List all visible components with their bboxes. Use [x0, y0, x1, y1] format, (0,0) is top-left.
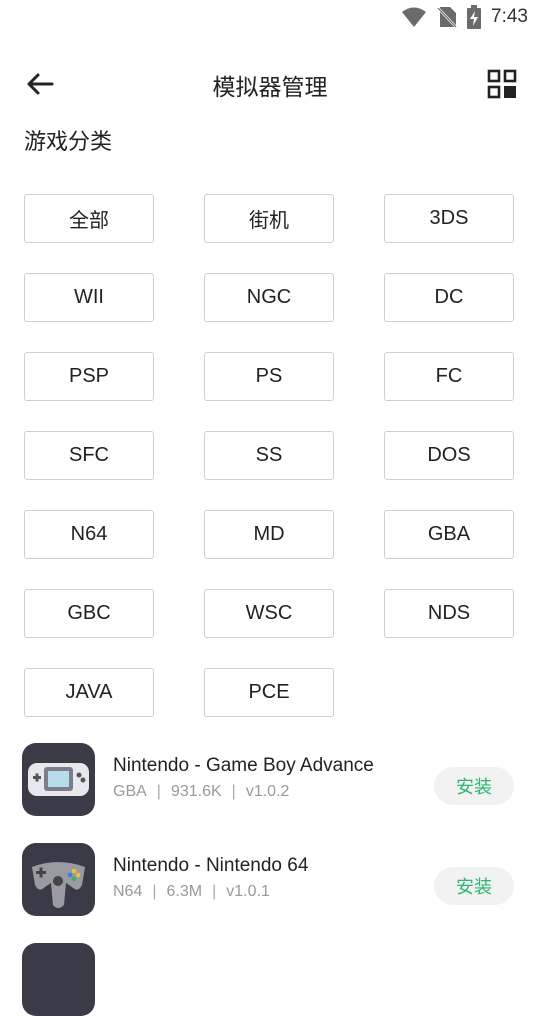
status-bar: 7:43	[0, 0, 540, 36]
app-meta: N64 | 6.3M | v1.0.1	[113, 883, 270, 901]
category-nds[interactable]: NDS	[384, 589, 514, 638]
app-version: v1.0.2	[245, 783, 290, 800]
app-platform: N64	[113, 883, 143, 900]
meta-separator: |	[212, 883, 217, 900]
category-all[interactable]: 全部	[24, 194, 154, 243]
page-title: 模拟器管理	[212, 75, 328, 101]
status-time: 7:43	[491, 6, 528, 27]
battery-charging-icon	[467, 5, 482, 29]
app-icon[interactable]	[22, 743, 95, 816]
meta-separator: |	[152, 883, 157, 900]
grid-view-button[interactable]	[486, 68, 518, 100]
no-sim-icon	[437, 6, 457, 28]
grid-view-icon	[487, 69, 517, 99]
category-md[interactable]: MD	[204, 510, 334, 559]
app-platform: GBA	[113, 783, 147, 800]
category-wii[interactable]: WII	[24, 273, 154, 322]
category-dc[interactable]: DC	[384, 273, 514, 322]
category-psp[interactable]: PSP	[24, 352, 154, 401]
category-arcade[interactable]: 街机	[204, 194, 334, 243]
category-java[interactable]: JAVA	[24, 668, 154, 717]
app-size: 931.6K	[170, 783, 222, 800]
app-icon[interactable]	[22, 943, 95, 1016]
meta-separator: |	[156, 783, 161, 800]
app-version: v1.0.1	[226, 883, 270, 900]
install-button[interactable]: 安装	[434, 767, 514, 805]
category-fc[interactable]: FC	[384, 352, 514, 401]
n64-controller-icon	[32, 862, 85, 908]
wifi-icon	[401, 6, 427, 28]
list-item[interactable]: Nintendo - Game Boy Advance GBA | 931.6K…	[22, 743, 518, 819]
category-ngc[interactable]: NGC	[204, 273, 334, 322]
app-icon[interactable]	[22, 843, 95, 916]
app-name: Nintendo - Game Boy Advance	[113, 755, 374, 776]
meta-separator: |	[231, 783, 236, 800]
category-3ds[interactable]: 3DS	[384, 194, 514, 243]
category-pce[interactable]: PCE	[204, 668, 334, 717]
category-gbc[interactable]: GBC	[24, 589, 154, 638]
install-button[interactable]: 安装	[434, 867, 514, 905]
category-dos[interactable]: DOS	[384, 431, 514, 480]
header: 模拟器管理	[0, 56, 540, 112]
category-sfc[interactable]: SFC	[24, 431, 154, 480]
category-gba[interactable]: GBA	[384, 510, 514, 559]
category-ss[interactable]: SS	[204, 431, 334, 480]
app-size: 6.3M	[166, 883, 203, 900]
category-ps[interactable]: PS	[204, 352, 334, 401]
category-n64[interactable]: N64	[24, 510, 154, 559]
list-item[interactable]: Nintendo - Nintendo 64 N64 | 6.3M | v1.0…	[22, 843, 518, 919]
app-meta: GBA | 931.6K | v1.0.2	[113, 783, 289, 801]
category-wsc[interactable]: WSC	[204, 589, 334, 638]
section-title: 游戏分类	[24, 130, 113, 155]
app-name: Nintendo - Nintendo 64	[113, 855, 309, 876]
gba-console-icon	[28, 763, 89, 796]
